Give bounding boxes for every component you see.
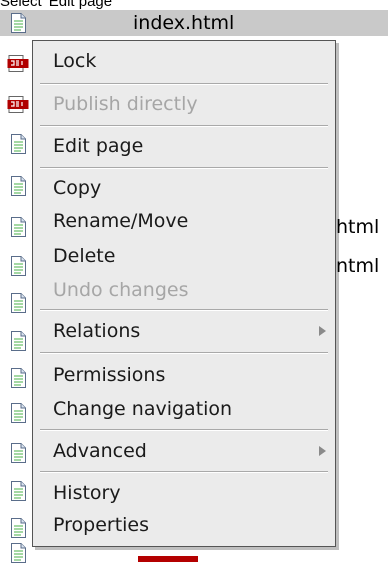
page-icon: [11, 293, 26, 313]
page-icon: [11, 403, 26, 423]
submenu-arrow-icon: [319, 446, 326, 456]
file-name: ntml: [336, 255, 380, 277]
menu-separator: [40, 125, 328, 127]
menu-item-properties[interactable]: Properties: [34, 509, 334, 541]
page-icon: [11, 256, 26, 276]
obscured-file-name: [138, 556, 198, 562]
page-icon: [11, 481, 26, 501]
context-menu: Lock Publish directly Edit page Copy Ren…: [32, 40, 336, 547]
menu-item-publish-directly: Publish directly: [53, 93, 198, 115]
menu-item-edit-page[interactable]: Edit page: [34, 130, 334, 162]
page-icon: [11, 13, 26, 33]
page-icon: [11, 543, 26, 563]
page-icon: [11, 331, 26, 351]
menu-item-change-navigation[interactable]: Change navigation: [34, 393, 334, 425]
menu-item-advanced-label: Advanced: [53, 440, 147, 462]
menu-separator: [40, 429, 328, 431]
file-name: html: [336, 216, 380, 238]
menu-item-advanced[interactable]: Advanced: [34, 435, 334, 467]
file-row-selected[interactable]: index.html: [0, 10, 388, 36]
menu-item-copy[interactable]: Copy: [34, 172, 334, 204]
page-icon: [11, 368, 26, 388]
menu-separator: [40, 352, 328, 354]
menu-separator: [40, 471, 328, 473]
menu-item-relations[interactable]: Relations: [34, 315, 334, 347]
menu-separator: [40, 167, 328, 169]
menu-item-permissions[interactable]: Permissions: [34, 359, 334, 391]
page-icon: [11, 176, 26, 196]
page-icon: [11, 443, 26, 463]
menu-separator: [40, 309, 328, 311]
js-icon: [7, 96, 29, 113]
selected-file-name: index.html: [133, 12, 235, 34]
menu-item-lock[interactable]: Lock: [34, 45, 334, 77]
menu-item-history[interactable]: History: [34, 477, 334, 509]
page-icon: [11, 134, 26, 154]
menu-item-delete[interactable]: Delete: [34, 240, 334, 272]
menu-item-relations-label: Relations: [53, 320, 141, 342]
page-icon: [11, 217, 26, 237]
js-icon: [7, 55, 29, 72]
submenu-arrow-icon: [319, 326, 326, 336]
menu-item-rename-move[interactable]: Rename/Move: [34, 205, 334, 237]
page-icon: [11, 518, 26, 538]
menu-item-undo-changes: Undo changes: [53, 279, 189, 301]
page-title: Select 'Edit page': [0, 0, 115, 10]
menu-separator: [40, 83, 328, 85]
